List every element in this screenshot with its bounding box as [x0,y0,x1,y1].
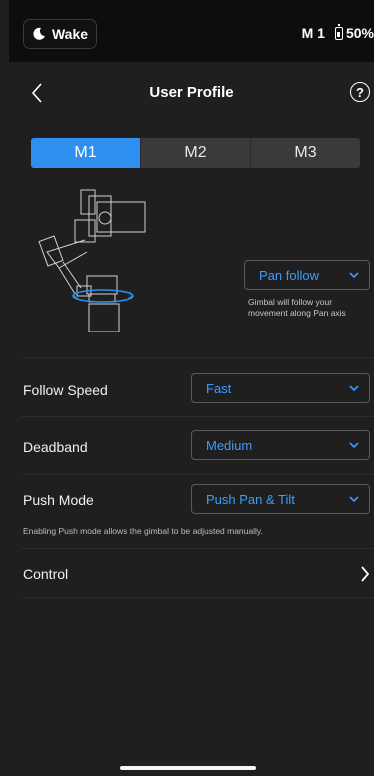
pan-mode-description: Gimbal will follow your movement along P… [248,297,346,318]
chevron-down-icon [349,495,359,502]
battery-icon [334,23,343,40]
moon-icon [33,27,45,40]
status-right: M 1 50% [301,23,374,41]
tab-m3[interactable]: M3 [251,138,360,168]
chevron-down-icon [349,271,359,278]
push-mode-value: Push Pan & Tilt [206,491,295,507]
help-icon[interactable]: ? [350,82,370,102]
app-screen: Wake M 1 50% User Profile ? M1 M2 M3 Pan… [9,0,374,776]
chevron-right-icon [361,566,370,582]
status-bar: Wake M 1 50% [9,0,374,62]
pan-mode-select[interactable]: Pan follow [244,260,370,290]
follow-speed-label: Follow Speed [23,382,108,398]
tab-m1[interactable]: M1 [31,138,141,168]
chevron-down-icon [349,384,359,391]
wake-button[interactable]: Wake [23,19,97,49]
divider [21,548,374,549]
tab-m2[interactable]: M2 [141,138,251,168]
push-mode-select[interactable]: Push Pan & Tilt [191,484,370,514]
deadband-label: Deadband [23,439,88,455]
chevron-down-icon [349,441,359,448]
page-title: User Profile [149,84,234,101]
push-mode-label: Push Mode [23,492,94,508]
deadband-select[interactable]: Medium [191,430,370,460]
page-header: User Profile ? [9,62,374,122]
control-row[interactable]: Control [9,552,374,596]
follow-speed-select[interactable]: Fast [191,373,370,403]
wake-label: Wake [51,26,89,42]
battery-status: 50% [334,23,374,41]
home-indicator[interactable] [120,766,256,770]
deadband-value: Medium [206,437,253,453]
mode-indicator: M 1 [301,25,325,41]
help-symbol: ? [356,84,364,100]
control-label: Control [23,566,69,582]
pan-mode-value: Pan follow [259,267,319,283]
divider [21,597,374,598]
push-mode-note: Enabling Push mode allows the gimbal to … [23,526,263,536]
divider [21,474,374,475]
divider [21,357,374,358]
gimbal-illustration [38,189,146,332]
battery-percent: 50% [345,25,374,41]
divider [21,416,374,417]
profile-tabs: M1 M2 M3 [31,138,360,168]
follow-speed-value: Fast [206,380,232,396]
